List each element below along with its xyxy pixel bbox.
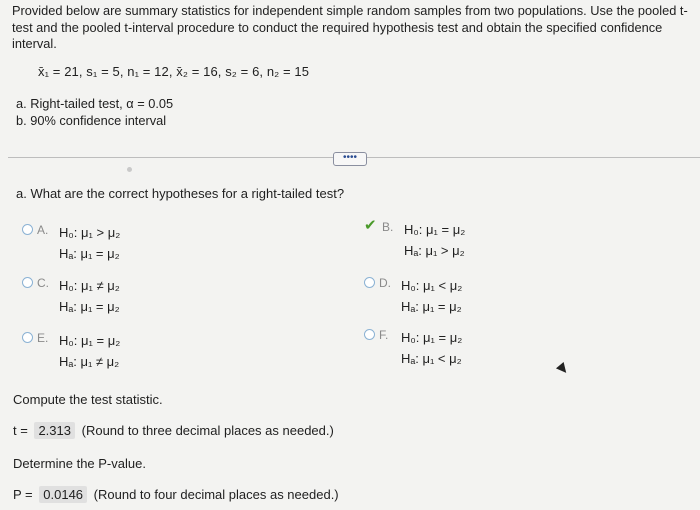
option-b[interactable]: ✔ B. H₀: μ₁ = μ₂ Hₐ: μ₁ > μ₂ <box>364 217 465 261</box>
problem-intro: Provided below are summary statistics fo… <box>12 3 688 51</box>
option-letter: A. <box>37 223 49 237</box>
t-statistic-answer[interactable]: 2.313 <box>34 422 75 439</box>
null-hypothesis: H₀: μ₁ > μ₂ <box>59 225 121 240</box>
alt-hypothesis: Hₐ: μ₁ = μ₂ <box>401 299 462 314</box>
option-f[interactable]: F. H₀: μ₁ = μ₂ Hₐ: μ₁ < μ₂ <box>364 327 462 369</box>
option-letter: E. <box>37 331 49 345</box>
alt-hypothesis: Hₐ: μ₁ = μ₂ <box>59 246 120 261</box>
option-d[interactable]: D. H₀: μ₁ < μ₂ Hₐ: μ₁ = μ₂ <box>364 275 462 317</box>
option-letter: C. <box>37 276 49 290</box>
compute-label: Compute the test statistic. <box>13 392 163 407</box>
null-hypothesis: H₀: μ₁ = μ₂ <box>404 222 466 237</box>
t-statistic-line: t = 2.313 (Round to three decimal places… <box>13 422 334 439</box>
option-letter: B. <box>382 220 394 234</box>
problem-parts: a. Right-tailed test, α = 0.05 b. 90% co… <box>16 96 173 129</box>
checkmark-icon: ✔ <box>364 217 377 234</box>
radio-button[interactable] <box>364 277 375 288</box>
alt-hypothesis: Hₐ: μ₁ = μ₂ <box>59 299 120 314</box>
alt-hypothesis: Hₐ: μ₁ < μ₂ <box>401 351 462 366</box>
alt-hypothesis: Hₐ: μ₁ ≠ μ₂ <box>59 354 120 369</box>
radio-button[interactable] <box>22 332 33 343</box>
t-prefix: t = <box>13 423 28 438</box>
option-a[interactable]: A. H₀: μ₁ > μ₂ Hₐ: μ₁ = μ₂ <box>22 222 120 264</box>
alt-hypothesis: Hₐ: μ₁ > μ₂ <box>404 243 465 258</box>
hypotheses: H₀: μ₁ > μ₂ Hₐ: μ₁ = μ₂ <box>59 222 120 264</box>
hypotheses: H₀: μ₁ = μ₂ Hₐ: μ₁ < μ₂ <box>401 327 462 369</box>
null-hypothesis: H₀: μ₁ = μ₂ <box>401 330 463 345</box>
hypotheses: H₀: μ₁ = μ₂ Hₐ: μ₁ ≠ μ₂ <box>59 330 120 372</box>
null-hypothesis: H₀: μ₁ = μ₂ <box>59 333 121 348</box>
option-e[interactable]: E. H₀: μ₁ = μ₂ Hₐ: μ₁ ≠ μ₂ <box>22 330 120 372</box>
hypotheses: H₀: μ₁ < μ₂ Hₐ: μ₁ = μ₂ <box>401 275 462 317</box>
hypotheses: H₀: μ₁ ≠ μ₂ Hₐ: μ₁ = μ₂ <box>59 275 120 317</box>
part-b: b. 90% confidence interval <box>16 112 167 128</box>
null-hypothesis: H₀: μ₁ < μ₂ <box>401 278 463 293</box>
radio-button[interactable] <box>22 224 33 235</box>
option-letter: D. <box>379 276 391 290</box>
radio-button[interactable] <box>364 329 375 340</box>
pvalue-label: Determine the P-value. <box>13 456 146 471</box>
radio-button[interactable] <box>22 277 33 288</box>
part-a: a. Right-tailed test, α = 0.05 <box>16 96 174 111</box>
p-rounding-note: (Round to four decimal places as needed.… <box>93 487 339 502</box>
option-letter: F. <box>379 328 389 342</box>
t-rounding-note: (Round to three decimal places as needed… <box>81 423 334 438</box>
hypotheses: H₀: μ₁ = μ₂ Hₐ: μ₁ > μ₂ <box>404 219 465 261</box>
expand-more-button[interactable]: •••• <box>333 152 367 166</box>
mouse-cursor-icon <box>555 361 571 377</box>
option-c[interactable]: C. H₀: μ₁ ≠ μ₂ Hₐ: μ₁ = μ₂ <box>22 275 120 317</box>
summary-statistics: x̄₁ = 21, s₁ = 5, n₁ = 12, x̄₂ = 16, s₂ … <box>38 64 310 79</box>
question-text: a. What are the correct hypotheses for a… <box>16 186 345 201</box>
p-value-line: P = 0.0146 (Round to four decimal places… <box>13 486 339 503</box>
p-prefix: P = <box>13 487 33 502</box>
p-value-answer[interactable]: 0.0146 <box>39 486 88 503</box>
decorative-dot <box>127 167 132 172</box>
null-hypothesis: H₀: μ₁ ≠ μ₂ <box>59 278 120 293</box>
